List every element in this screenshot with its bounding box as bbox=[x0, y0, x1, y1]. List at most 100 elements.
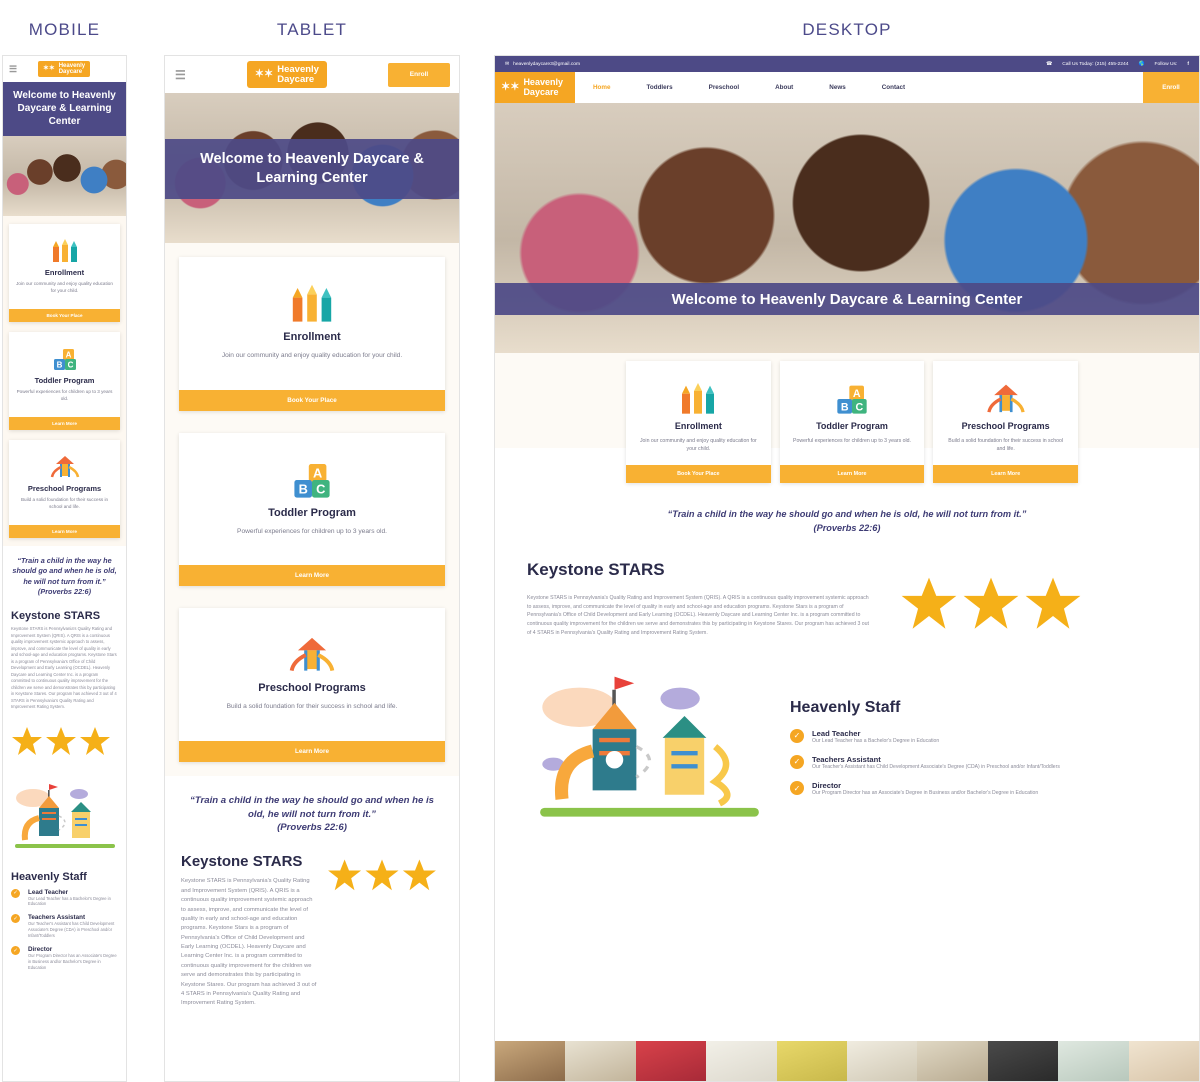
logo-text: Heavenly Daycare bbox=[277, 63, 319, 85]
main-navbar: ✶✶ Heavenly Daycare Home Toddlers Prescho… bbox=[495, 72, 1199, 103]
card-text: Powerful experiences for children up to … bbox=[16, 389, 113, 402]
staff-desc: Our Teacher's Assistant has Child Develo… bbox=[28, 921, 115, 939]
column-label-desktop: DESKTOP bbox=[802, 20, 892, 39]
check-circle-icon: ✓ bbox=[790, 781, 804, 796]
card-title: Preschool Programs bbox=[961, 421, 1050, 431]
desktop-viewport: ✉ heavenlydaycare3@gmail.com ☎ Call Us T… bbox=[494, 55, 1200, 1082]
hamburger-icon[interactable]: ☰ bbox=[175, 68, 186, 82]
keystone-stars-rating bbox=[327, 853, 443, 1008]
staff-desc: Our Program Director has an Associate's … bbox=[28, 953, 117, 970]
staff-member: ✓ Director Our Program Director has an A… bbox=[790, 781, 1167, 797]
envelope-icon: ✉ bbox=[505, 62, 510, 67]
svg-text:C: C bbox=[855, 401, 863, 413]
mobile-hero-headline: Welcome to Heavenly Daycare & Learning C… bbox=[3, 82, 126, 137]
card-text: Powerful experiences for children up to … bbox=[237, 527, 387, 535]
card-cta-button[interactable]: Learn More bbox=[9, 524, 120, 538]
enroll-button[interactable]: Enroll bbox=[1143, 72, 1199, 103]
keystone-stars-rating bbox=[893, 560, 1167, 641]
enroll-button[interactable]: Enroll bbox=[388, 62, 450, 87]
staff-member: ✓ Lead Teacher Our Lead Teacher has a Ba… bbox=[11, 888, 118, 908]
nav-item-about[interactable]: About bbox=[757, 84, 811, 91]
keystone-body: Keystone STARS is Pennsylvania's Quality… bbox=[11, 626, 117, 710]
check-circle-icon: ✓ bbox=[790, 754, 804, 769]
site-logo[interactable]: ✶✶ Heavenly Daycare bbox=[495, 72, 575, 103]
card-text: Build a solid foundation for their succe… bbox=[948, 438, 1064, 453]
program-card[interactable]: ABC Toddler Program Powerful experiences… bbox=[9, 332, 120, 430]
svg-text:C: C bbox=[316, 481, 325, 496]
playground-slide-icon bbox=[49, 450, 81, 484]
quote-line-2: (Proverbs 22:6) bbox=[813, 522, 881, 533]
check-circle-icon: ✓ bbox=[790, 728, 804, 743]
program-card[interactable]: Preschool Programs Build a solid foundat… bbox=[179, 608, 445, 762]
card-title: Preschool Programs bbox=[27, 483, 102, 493]
nav-item-toddlers[interactable]: Toddlers bbox=[629, 84, 691, 91]
hero-section: Welcome to Heavenly Daycare & Learning C… bbox=[165, 93, 459, 243]
card-cta-button[interactable]: Book Your Place bbox=[626, 465, 771, 484]
scripture-quote: “Train a child in the way he should go a… bbox=[495, 498, 1199, 536]
keystone-section: Keystone STARS Keystone STARS is Pennsyl… bbox=[165, 841, 459, 1008]
staff-member: ✓ Lead Teacher Our Lead Teacher has a Ba… bbox=[790, 728, 1167, 745]
column-label-tablet: TABLET bbox=[276, 20, 348, 39]
nav-item-news[interactable]: News bbox=[811, 84, 863, 91]
nav-item-preschool[interactable]: Preschool bbox=[691, 84, 757, 91]
abc-blocks-icon: ABC bbox=[832, 377, 872, 421]
facebook-icon[interactable]: f bbox=[1187, 62, 1189, 67]
card-cta-button[interactable]: Learn More bbox=[179, 565, 445, 587]
crayons-icon bbox=[678, 377, 718, 421]
responsive-preview-board: MOBILE TABLET DESKTOP ☰ ✶✶ Heavenly Dayca… bbox=[0, 0, 1200, 1082]
card-text: Join our community and enjoy quality edu… bbox=[639, 438, 757, 453]
program-card[interactable]: Enrollment Join our community and enjoy … bbox=[9, 224, 120, 323]
site-logo[interactable]: ✶✶ Heavenly Daycare bbox=[246, 60, 327, 89]
desktop-program-cards: Enrollment Join our community and enjoy … bbox=[626, 361, 1079, 484]
staff-name: Lead Teacher bbox=[812, 728, 861, 738]
stars-icon: ✶✶ bbox=[42, 65, 55, 73]
card-cta-button[interactable]: Learn More bbox=[779, 465, 925, 484]
keystone-title: Keystone STARS bbox=[11, 610, 101, 623]
svg-text:B: B bbox=[56, 361, 62, 370]
contact-email[interactable]: heavenlydaycare3@gmail.com bbox=[513, 62, 580, 67]
contact-phone[interactable]: Call Us Today: (215) 455-2244 bbox=[1062, 62, 1128, 67]
program-card[interactable]: Enrollment Join our community and enjoy … bbox=[179, 257, 445, 411]
program-card[interactable]: Enrollment Join our community and enjoy … bbox=[626, 361, 771, 484]
nav-item-home[interactable]: Home bbox=[575, 84, 629, 91]
hero-headline: Welcome to Heavenly Daycare & Learning C… bbox=[495, 283, 1199, 315]
scripture-quote: “Train a child in the way he should go a… bbox=[3, 546, 126, 602]
keystone-stars-rating bbox=[3, 711, 126, 778]
phone-icon: ☎ bbox=[1046, 62, 1053, 67]
program-card[interactable]: Preschool Programs Build a solid foundat… bbox=[9, 439, 120, 538]
card-cta-button[interactable]: Learn More bbox=[933, 465, 1079, 484]
quote-line-1: “Train a child in the way he should go a… bbox=[667, 509, 1027, 519]
card-cta-button[interactable]: Book Your Place bbox=[179, 389, 445, 411]
site-logo[interactable]: ✶✶ Heavenly Daycare bbox=[37, 60, 91, 78]
program-card[interactable]: ABC Toddler Program Powerful experiences… bbox=[179, 432, 445, 587]
nav-links: Home Toddlers Preschool About News Conta… bbox=[575, 72, 923, 103]
scripture-quote: “Train a child in the way he should go a… bbox=[165, 776, 459, 842]
nav-item-contact[interactable]: Contact bbox=[864, 84, 923, 91]
card-title: Preschool Programs bbox=[258, 682, 366, 695]
mobile-program-cards: Enrollment Join our community and enjoy … bbox=[3, 216, 126, 546]
program-card[interactable]: ABC Toddler Program Powerful experiences… bbox=[779, 361, 925, 484]
quote-line-1: “Train a child in the way he should go a… bbox=[12, 555, 117, 586]
keystone-title: Keystone STARS bbox=[181, 853, 303, 871]
svg-text:A: A bbox=[313, 465, 322, 480]
staff-member: ✓ Teachers Assistant Our Teacher's Assis… bbox=[11, 914, 118, 939]
hamburger-icon[interactable]: ☰ bbox=[9, 64, 17, 75]
globe-icon: 🌎 bbox=[1138, 62, 1145, 67]
photo-gallery-strip bbox=[495, 1041, 1199, 1081]
card-text: Powerful experiences for children up to … bbox=[793, 438, 911, 444]
mobile-navbar: ☰ ✶✶ Heavenly Daycare bbox=[3, 56, 126, 82]
card-cta-button[interactable]: Learn More bbox=[179, 740, 445, 762]
program-card[interactable]: Preschool Programs Build a solid foundat… bbox=[933, 361, 1079, 484]
keystone-title: Keystone STARS bbox=[527, 559, 665, 579]
svg-text:B: B bbox=[299, 481, 308, 496]
tablet-program-cards: Enrollment Join our community and enjoy … bbox=[165, 243, 459, 776]
playground-illustration bbox=[3, 778, 126, 863]
card-text: Build a solid foundation for their succe… bbox=[20, 496, 109, 509]
card-cta-button[interactable]: Book Your Place bbox=[9, 309, 120, 323]
staff-title: Heavenly Staff bbox=[11, 870, 87, 883]
playground-slide-icon bbox=[985, 377, 1027, 421]
hero-photo bbox=[3, 136, 126, 217]
logo-text: Heavenly Daycare bbox=[58, 62, 86, 75]
card-title: Toddler Program bbox=[816, 421, 888, 431]
card-cta-button[interactable]: Learn More bbox=[9, 416, 120, 430]
